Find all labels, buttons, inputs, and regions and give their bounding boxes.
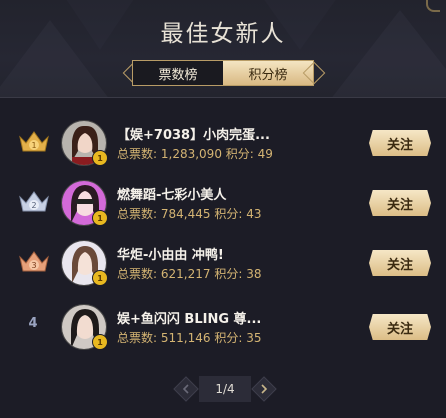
level-badge: 1 [92, 270, 108, 286]
score-value: 35 [246, 331, 262, 345]
stats-line: 总票数: 1,283,090 积分: 49 [117, 145, 273, 162]
follow-button[interactable]: 关注 [369, 190, 431, 216]
next-page-button[interactable] [251, 376, 277, 402]
score-value: 38 [246, 267, 262, 281]
follow-button[interactable]: 关注 [369, 250, 431, 276]
score-value: 43 [246, 207, 262, 221]
chevron-right-icon [261, 384, 268, 394]
silver-crown-icon: 2 [17, 189, 51, 215]
votes-label: 总票数: [117, 147, 158, 161]
score-label: 积分: [214, 331, 243, 345]
streamer-name[interactable]: 娱+鱼闪闪 BLING 尊... [117, 308, 261, 327]
score-label: 积分: [214, 267, 243, 281]
stats-line: 总票数: 784,445 积分: 43 [117, 205, 261, 222]
list-item: 1 1 【娱+7038】小肉完蛋... 总票数: 1,283,090 积分: 4… [0, 114, 446, 170]
follow-button[interactable]: 关注 [369, 130, 431, 156]
tab-votes[interactable]: 票数榜 [133, 61, 223, 85]
chevron-left-icon [182, 384, 189, 394]
stats-line: 总票数: 621,217 积分: 38 [117, 265, 261, 282]
ranking-tabs: 票数榜 积分榜 [132, 60, 314, 86]
votes-value: 784,445 [160, 207, 211, 221]
votes-label: 总票数: [117, 267, 158, 281]
divider [0, 97, 446, 98]
tab-score[interactable]: 积分榜 [223, 61, 313, 85]
votes-label: 总票数: [117, 331, 158, 345]
streamer-name[interactable]: 【娱+7038】小肉完蛋... [117, 124, 270, 143]
list-item: 3 1 华炬-小由由 冲鸭! 总票数: 621,217 积分: 38 关注 [0, 234, 446, 290]
page-title: 最佳女新人 [160, 21, 286, 47]
follow-button[interactable]: 关注 [369, 314, 431, 340]
votes-value: 511,146 [160, 331, 211, 345]
rank-number: 1 [31, 141, 36, 150]
votes-value: 621,217 [160, 267, 211, 281]
score-value: 49 [257, 147, 273, 161]
bronze-crown-icon: 3 [17, 249, 51, 275]
list-item: 2 1 燃舞蹈-七彩小美人 总票数: 784,445 积分: 43 关注 [0, 174, 446, 230]
score-label: 积分: [214, 207, 243, 221]
pagination: 1/4 [173, 376, 277, 402]
streamer-name[interactable]: 华炬-小由由 冲鸭! [117, 244, 224, 263]
list-item: 4 1 娱+鱼闪闪 BLING 尊... 总票数: 511,146 积分: 35… [0, 298, 446, 354]
page-indicator: 1/4 [199, 376, 251, 402]
rank-number: 4 [28, 316, 38, 331]
corner-ornament-icon [426, 0, 440, 12]
gold-crown-icon: 1 [17, 129, 51, 155]
votes-value: 1,283,090 [160, 147, 222, 161]
stats-line: 总票数: 511,146 积分: 35 [117, 329, 261, 346]
rank-number: 2 [31, 201, 36, 210]
tab-ornament-right-icon [312, 63, 324, 83]
level-badge: 1 [92, 150, 108, 166]
votes-label: 总票数: [117, 207, 158, 221]
level-badge: 1 [92, 210, 108, 226]
level-badge: 1 [92, 334, 108, 350]
rank-number: 3 [31, 261, 36, 270]
prev-page-button[interactable] [173, 376, 199, 402]
score-label: 积分: [225, 147, 254, 161]
streamer-name[interactable]: 燃舞蹈-七彩小美人 [117, 184, 226, 203]
